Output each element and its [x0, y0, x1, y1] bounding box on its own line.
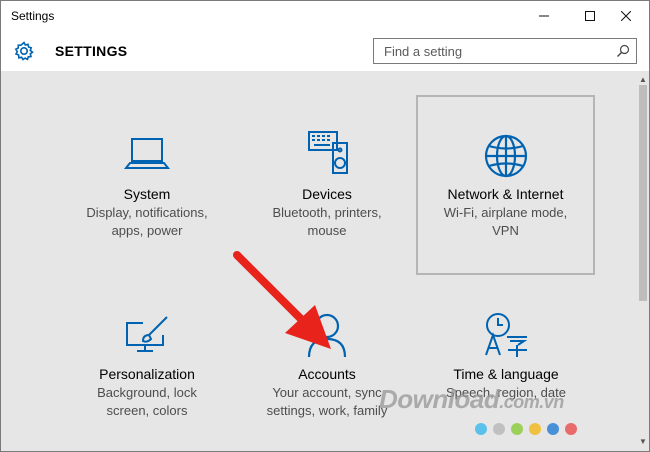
tile-accounts-label: Accounts: [298, 366, 356, 382]
dot-5: [547, 423, 559, 435]
tile-network-desc-2: VPN: [492, 223, 519, 238]
watermark-text: Download: [379, 384, 500, 414]
red-arrow-annotation: [233, 251, 331, 349]
title-bar[interactable]: Settings: [1, 1, 649, 31]
search-icon[interactable]: [616, 44, 630, 58]
tile-personalization[interactable]: Personalization Background, lock screen,…: [57, 281, 237, 451]
page-title: SETTINGS: [55, 43, 128, 59]
settings-header: SETTINGS: [1, 31, 649, 71]
search-box[interactable]: [373, 38, 637, 64]
time-language-icon: [485, 313, 528, 357]
dot-2: [493, 423, 505, 435]
scroll-thumb[interactable]: [639, 85, 647, 301]
maximize-icon: [585, 11, 595, 21]
window-title: Settings: [11, 9, 55, 23]
vertical-scrollbar[interactable]: ▲ ▼: [637, 71, 649, 451]
search-input[interactable]: [374, 39, 614, 63]
watermark-dots: [475, 423, 577, 435]
close-button[interactable]: [603, 1, 649, 31]
paint-icon: [126, 316, 168, 352]
tile-devices-label: Devices: [302, 186, 352, 202]
minimize-button[interactable]: [521, 1, 567, 31]
dot-4: [529, 423, 541, 435]
scroll-down-arrow[interactable]: ▼: [637, 437, 649, 447]
gear-icon: [14, 41, 34, 61]
tile-network-desc-1: Wi-Fi, airplane mode,: [443, 205, 568, 220]
dot-3: [511, 423, 523, 435]
tile-personalization-desc-1: Background, lock: [97, 385, 197, 400]
watermark-suffix: .com.vn: [499, 392, 564, 412]
globe-icon: [484, 134, 527, 178]
tile-network-label: Network & Internet: [447, 186, 564, 202]
tile-network-internet[interactable]: Network & Internet Wi-Fi, airplane mode,…: [416, 95, 595, 275]
tile-system-label: System: [123, 186, 171, 202]
tile-personalization-label: Personalization: [99, 366, 195, 382]
scroll-up-arrow[interactable]: ▲: [637, 75, 649, 85]
dot-6: [565, 423, 577, 435]
tile-devices-desc-1: Bluetooth, printers,: [272, 205, 382, 220]
watermark-logo: Download.com.vn: [379, 384, 564, 415]
tile-devices-desc-2: mouse: [307, 223, 347, 238]
settings-window: Settings SETTINGS Find a setting System …: [0, 0, 650, 452]
minimize-icon: [539, 15, 549, 17]
tile-system-desc-1: Display, notifications,: [86, 205, 208, 220]
laptop-icon: [123, 138, 171, 169]
devices-icon: [308, 131, 348, 174]
tile-personalization-desc-2: screen, colors: [106, 403, 188, 418]
dot-1: [475, 423, 487, 435]
close-icon: [621, 11, 631, 21]
tile-system[interactable]: System Display, notifications, apps, pow…: [57, 101, 237, 281]
tile-system-desc-2: apps, power: [111, 223, 183, 238]
tile-time-language-label: Time & language: [453, 366, 559, 382]
